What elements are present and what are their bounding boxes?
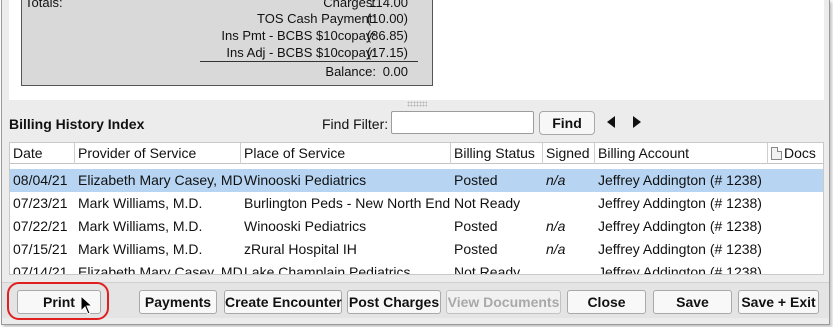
- cell-account: Jeffrey Addington (# 1238): [598, 241, 762, 257]
- table-header: Date Provider of Service Place of Servic…: [10, 143, 823, 164]
- cell-place: Lake Champlain Pediatrics: [244, 264, 411, 275]
- view-documents-button[interactable]: View Documents: [446, 290, 561, 314]
- cell-account: Jeffrey Addington (# 1238): [598, 195, 762, 211]
- column-billing-account[interactable]: Billing Account: [595, 143, 768, 164]
- column-place[interactable]: Place of Service: [241, 143, 451, 164]
- cell-provider: Elizabeth Mary Casey, MD: [78, 264, 243, 275]
- cell-signed: n/a: [546, 241, 566, 257]
- summary-panel: Totals: Charges: 114.00 TOS Cash Payment…: [2, 0, 829, 100]
- cell-provider: Mark Williams, M.D.: [78, 195, 203, 211]
- tos-cash-label: TOS Cash Payment:: [257, 11, 376, 26]
- balance-label: Balance:: [325, 64, 376, 79]
- cell-status: Posted: [454, 172, 498, 188]
- ins-adj-label: Ins Adj - BCBS $10copay:: [226, 45, 376, 60]
- ins-pmt-value: (86.85): [366, 28, 408, 43]
- column-docs-label: Docs: [784, 145, 816, 161]
- document-icon: [771, 147, 782, 160]
- cell-place: Winooski Pediatrics: [244, 218, 367, 234]
- cell-status: Posted: [454, 218, 498, 234]
- tos-cash-value: (10.00): [366, 11, 408, 26]
- tos-cash-row: TOS Cash Payment: (10.00): [22, 11, 434, 28]
- column-docs[interactable]: Docs: [768, 143, 823, 164]
- column-provider[interactable]: Provider of Service: [75, 143, 241, 164]
- cell-account: Jeffrey Addington (# 1238): [598, 172, 762, 188]
- cell-place: Burlington Peds - New North End: [244, 195, 451, 211]
- charges-label: Charges:: [323, 0, 376, 10]
- table-row[interactable]: 07/22/21 Mark Williams, M.D. Winooski Pe…: [10, 215, 823, 238]
- table-row[interactable]: 07/14/21 Elizabeth Mary Casey, MD Lake C…: [10, 261, 823, 275]
- cell-date: 07/15/21: [13, 241, 68, 257]
- find-button[interactable]: Find: [539, 111, 595, 135]
- cell-status: Not Ready: [454, 195, 521, 211]
- cell-date: 08/04/21: [13, 172, 68, 188]
- ins-pmt-label: Ins Pmt - BCBS $10copay:: [221, 28, 376, 43]
- cell-provider: Elizabeth Mary Casey, MD: [78, 172, 243, 188]
- splitter-handle[interactable]: [407, 101, 427, 107]
- create-encounter-button[interactable]: Create Encounter: [224, 290, 342, 314]
- column-date[interactable]: Date: [10, 143, 75, 164]
- cell-date: 07/23/21: [13, 195, 68, 211]
- mouse-pointer-icon: [80, 295, 94, 315]
- ins-adj-value: (17.15): [366, 45, 408, 60]
- cell-account: Jeffrey Addington (# 1238): [598, 264, 762, 275]
- cell-signed: n/a: [546, 218, 566, 234]
- billing-window: Totals: Charges: 114.00 TOS Cash Payment…: [1, 0, 830, 325]
- cell-place: zRural Hospital IH: [244, 241, 357, 257]
- column-billing-status[interactable]: Billing Status: [451, 143, 543, 164]
- ins-pmt-row: Ins Pmt - BCBS $10copay: (86.85): [22, 28, 434, 45]
- close-button[interactable]: Close: [567, 290, 646, 314]
- next-arrow-icon[interactable]: [633, 116, 641, 128]
- save-button[interactable]: Save: [653, 290, 732, 314]
- post-charges-button[interactable]: Post Charges: [347, 290, 441, 314]
- cell-provider: Mark Williams, M.D.: [78, 218, 203, 234]
- section-title: Billing History Index: [9, 116, 145, 132]
- totals-box: Totals: Charges: 114.00 TOS Cash Payment…: [21, 0, 433, 86]
- ins-adj-row: Ins Adj - BCBS $10copay: (17.15): [22, 45, 434, 62]
- balance-value: 0.00: [382, 64, 408, 79]
- table-row[interactable]: 08/04/21 Elizabeth Mary Casey, MD Winoos…: [10, 169, 823, 192]
- charges-value: 114.00: [369, 0, 408, 10]
- cell-date: 07/22/21: [13, 218, 68, 234]
- balance-row: Balance: 0.00: [22, 64, 434, 81]
- previous-arrow-icon[interactable]: [607, 116, 615, 128]
- cell-date: 07/14/21: [13, 264, 68, 275]
- payments-button[interactable]: Payments: [139, 290, 217, 314]
- cell-signed: [543, 261, 546, 274]
- cell-place: Winooski Pediatrics: [244, 172, 367, 188]
- find-filter-input[interactable]: [391, 111, 534, 134]
- save-exit-button[interactable]: Save + Exit: [738, 290, 819, 314]
- cell-account: Jeffrey Addington (# 1238): [598, 218, 762, 234]
- cell-status: Not Ready: [454, 264, 521, 275]
- find-filter-label: Find Filter:: [322, 116, 389, 132]
- billing-history-table: Date Provider of Service Place of Servic…: [9, 142, 824, 275]
- cell-status: Posted: [454, 241, 498, 257]
- table-row[interactable]: 07/15/21 Mark Williams, M.D. zRural Hosp…: [10, 238, 823, 261]
- action-bar: Print Payments Create Encounter Post Cha…: [2, 282, 829, 318]
- cell-signed: n/a: [546, 172, 566, 188]
- column-signed[interactable]: Signed: [543, 143, 595, 164]
- totals-divider: [200, 61, 418, 62]
- table-row[interactable]: 07/23/21 Mark Williams, M.D. Burlington …: [10, 192, 823, 215]
- cell-signed: [543, 192, 546, 215]
- cell-provider: Mark Williams, M.D.: [78, 241, 203, 257]
